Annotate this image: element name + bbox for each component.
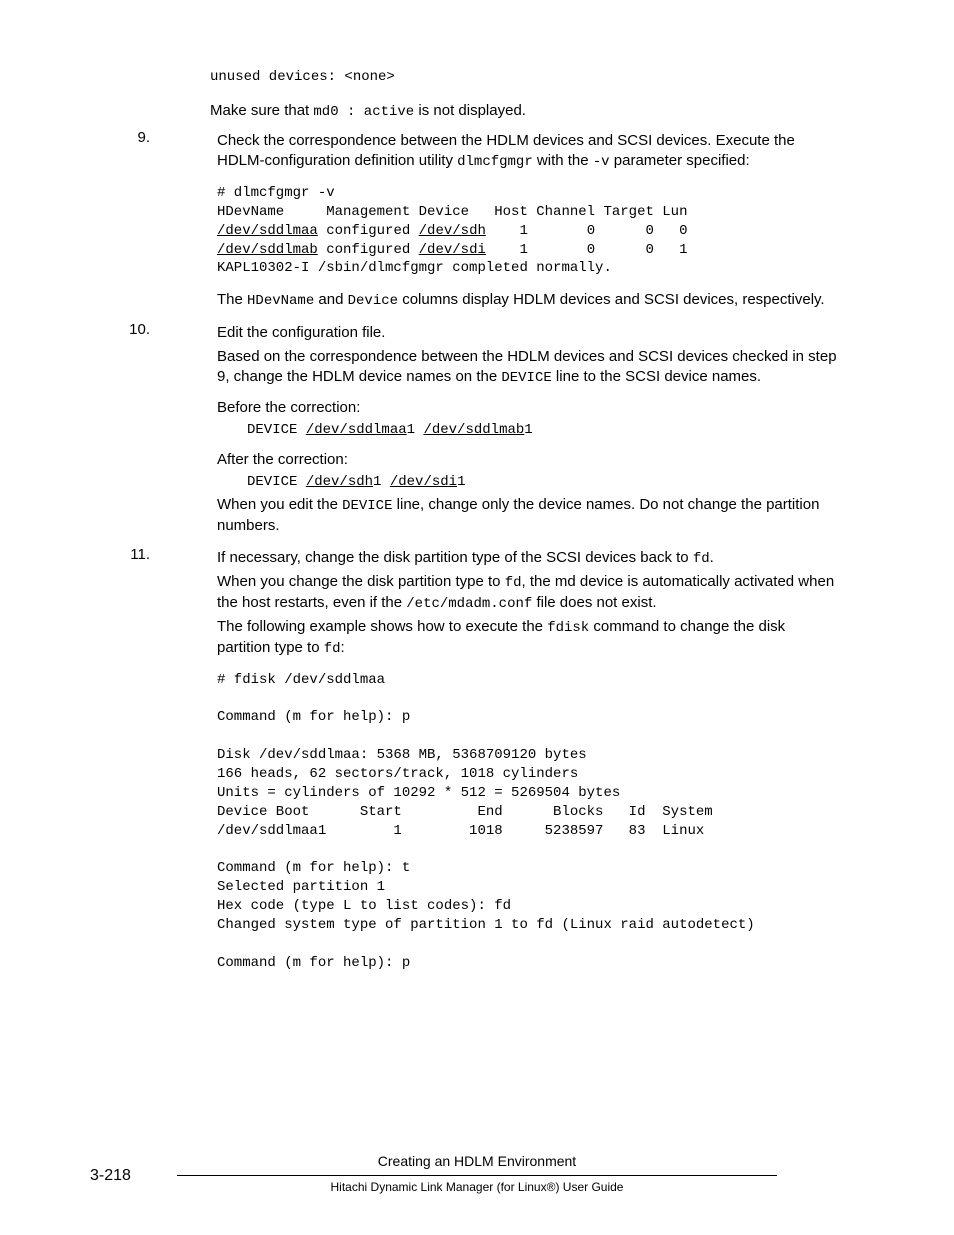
text: columns display HDLM devices and SCSI de…	[398, 291, 825, 308]
inline-code: /etc/mdadm.conf	[406, 596, 532, 612]
code-text: 1	[407, 422, 424, 438]
code-text: 1 0 0 1	[486, 242, 688, 258]
step-body: Edit the configuration file. Based on th…	[157, 320, 839, 539]
before-code: DEVICE /dev/sddlmaa1 /dev/sddlmab1	[217, 421, 839, 440]
pre-step-content: unused devices: <none> Make sure that md…	[115, 68, 839, 122]
text: When you edit the	[217, 496, 342, 513]
text: When you change the disk partition type …	[217, 573, 505, 590]
code-text: DEVICE	[247, 422, 306, 438]
footer-subtitle: Hitachi Dynamic Link Manager (for Linux®…	[177, 1175, 777, 1195]
code-underline: /dev/sddlmaa	[217, 223, 318, 239]
code-text: configured	[318, 223, 419, 239]
code-text: configured	[318, 242, 419, 258]
after-code: DEVICE /dev/sdh1 /dev/sdi1	[217, 473, 839, 492]
pre-step-text: Make sure that md0 : active is not displ…	[210, 101, 839, 122]
code-underline: /dev/sdi	[390, 474, 457, 490]
text: If necessary, change the disk partition …	[217, 549, 693, 566]
text: .	[710, 549, 714, 566]
inline-code: HDevName	[247, 293, 314, 309]
step-number: 9.	[115, 128, 157, 314]
code-line: KAPL10302-I /sbin/dlmcfgmgr completed no…	[217, 260, 612, 276]
text: line to the SCSI device names.	[552, 368, 761, 385]
step-text: When you edit the DEVICE line, change on…	[217, 495, 839, 536]
step-text: Check the correspondence between the HDL…	[217, 131, 839, 172]
page-footer: Creating an HDLM Environment Hitachi Dyn…	[0, 1152, 954, 1195]
step-text: When you change the disk partition type …	[217, 572, 839, 614]
code-text: 1 0 0 0	[486, 223, 688, 239]
inline-code: DEVICE	[342, 498, 392, 514]
code-text: 1	[524, 422, 532, 438]
after-label: After the correction:	[217, 450, 839, 470]
text: and	[314, 291, 347, 308]
inline-code: fd	[324, 641, 341, 657]
text: Make sure that	[210, 102, 313, 119]
text: parameter specified:	[610, 152, 750, 169]
inline-code: md0 : active	[313, 104, 414, 120]
inline-code: Device	[348, 293, 398, 309]
code-underline: /dev/sdi	[419, 242, 486, 258]
inline-code: DEVICE	[501, 370, 551, 386]
fdisk-code-block: # fdisk /dev/sddlmaa Command (m for help…	[217, 671, 839, 973]
text: file does not exist.	[532, 594, 656, 611]
step-text: If necessary, change the disk partition …	[217, 548, 839, 569]
inline-code: fd	[693, 551, 710, 567]
step-number: 11.	[115, 545, 157, 985]
code-text: DEVICE	[247, 474, 306, 490]
inline-code: fdisk	[547, 620, 589, 636]
code-text: 1	[457, 474, 465, 490]
text: :	[341, 639, 345, 656]
step-line: Edit the configuration file.	[217, 323, 839, 343]
step-text: The following example shows how to execu…	[217, 617, 839, 659]
text: The	[217, 291, 247, 308]
code-line-unused: unused devices: <none>	[210, 68, 839, 87]
document-page: unused devices: <none> Make sure that md…	[0, 0, 954, 1235]
step-text-after: The HDevName and Device columns display …	[217, 290, 839, 311]
step-body: If necessary, change the disk partition …	[157, 545, 839, 985]
code-underline: /dev/sddlmab	[217, 242, 318, 258]
step-text: Based on the correspondence between the …	[217, 347, 839, 388]
inline-code: fd	[505, 575, 522, 591]
code-line: HDevName Management Device Host Channel …	[217, 204, 687, 220]
code-underline: /dev/sddlmaa	[306, 422, 407, 438]
step-number: 10.	[115, 320, 157, 539]
inline-code: dlmcfgmgr	[457, 154, 533, 170]
text: is not displayed.	[414, 102, 526, 119]
step-11: 11. If necessary, change the disk partit…	[115, 545, 839, 985]
code-underline: /dev/sdh	[419, 223, 486, 239]
text: with the	[533, 152, 593, 169]
footer-title: Creating an HDLM Environment	[0, 1152, 954, 1171]
inline-code: -v	[593, 154, 610, 170]
code-underline: /dev/sdh	[306, 474, 373, 490]
step-body: Check the correspondence between the HDL…	[157, 128, 839, 314]
code-line: # dlmcfgmgr -v	[217, 185, 335, 201]
before-label: Before the correction:	[217, 398, 839, 418]
code-text: 1	[373, 474, 390, 490]
step-10: 10. Edit the configuration file. Based o…	[115, 320, 839, 539]
code-block: # dlmcfgmgr -v HDevName Management Devic…	[217, 184, 839, 278]
step-9: 9. Check the correspondence between the …	[115, 128, 839, 314]
text: The following example shows how to execu…	[217, 618, 547, 635]
code-underline: /dev/sddlmab	[423, 422, 524, 438]
